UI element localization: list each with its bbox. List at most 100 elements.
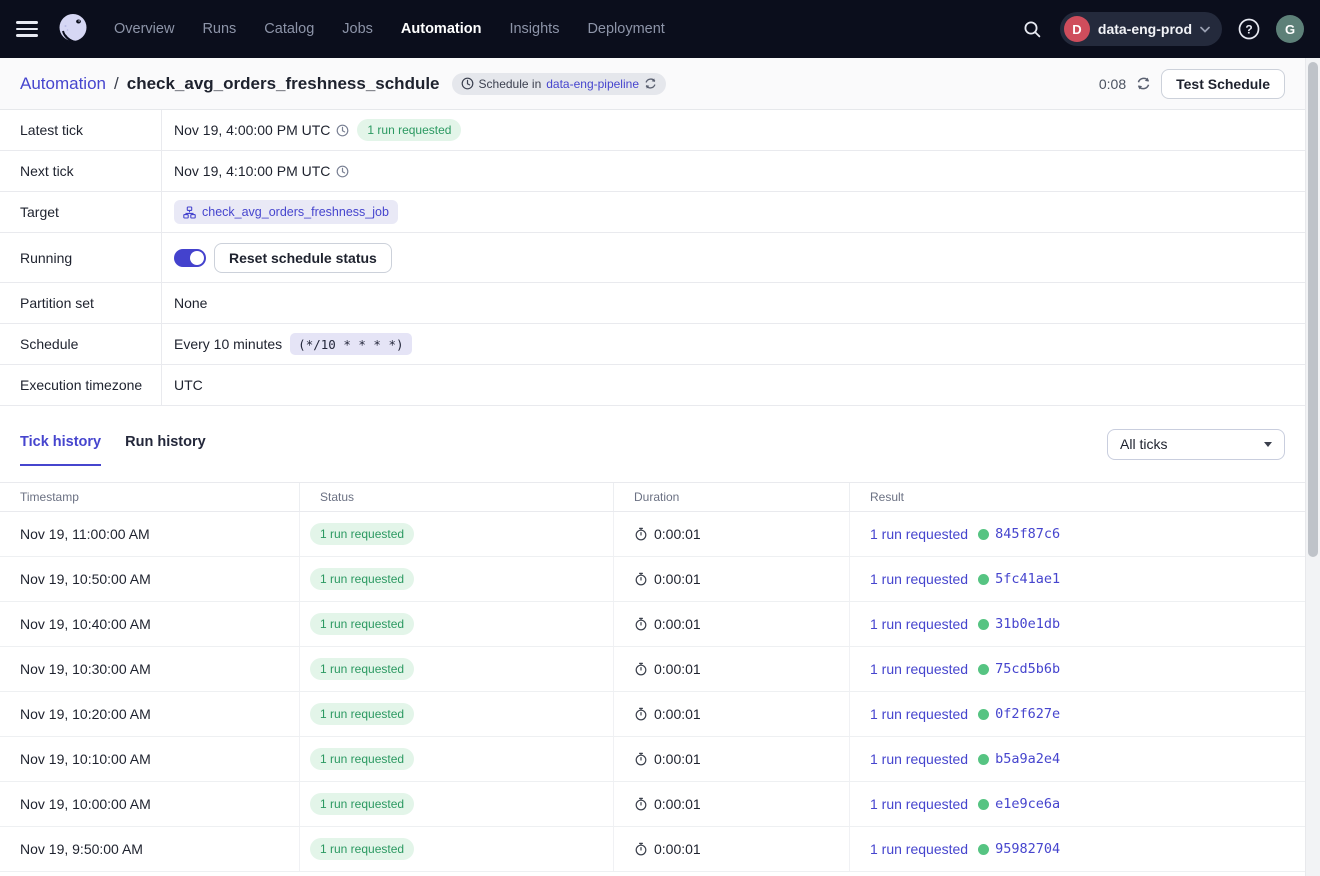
search-icon: [1023, 20, 1042, 39]
tab-run-history[interactable]: Run history: [125, 434, 206, 466]
nav-item-automation[interactable]: Automation: [401, 21, 482, 37]
vertical-scrollbar-track[interactable]: [1305, 58, 1320, 876]
tick-timestamp: Nov 19, 10:50:00 AM: [20, 571, 151, 587]
tick-history-row: Nov 19, 10:10:00 AM 1 run requested 0:00…: [0, 737, 1305, 782]
dagster-logo[interactable]: [54, 10, 92, 48]
tick-status-badge: 1 run requested: [310, 703, 414, 725]
tick-status-badge: 1 run requested: [310, 568, 414, 590]
stopwatch-icon: [634, 752, 648, 766]
tick-timestamp: Nov 19, 10:00:00 AM: [20, 796, 151, 812]
partition-set-value: None: [174, 295, 207, 311]
run-status-dot: [978, 619, 989, 630]
run-id-link[interactable]: 75cd5b6b: [995, 661, 1060, 677]
run-status-dot: [978, 799, 989, 810]
stopwatch-icon: [634, 707, 648, 721]
chevron-down-icon: [1200, 26, 1210, 33]
help-button[interactable]: ?: [1234, 14, 1264, 44]
run-id-link[interactable]: 845f87c6: [995, 526, 1060, 542]
tick-result-link[interactable]: 1 run requested: [870, 841, 968, 857]
tick-history-table: Timestamp Status Duration Result Nov 19,…: [0, 482, 1305, 872]
tick-duration: 0:00:01: [654, 571, 701, 587]
latest-tick-value: Nov 19, 4:00:00 PM UTC: [174, 122, 330, 138]
tab-tick-history[interactable]: Tick history: [20, 434, 101, 466]
run-id-link[interactable]: 0f2f627e: [995, 706, 1060, 722]
detail-label: Next tick: [0, 151, 162, 191]
detail-row-partition-set: Partition set None: [0, 283, 1305, 324]
page-title: check_avg_orders_freshness_schdule: [127, 74, 440, 94]
tick-status-badge: 1 run requested: [310, 613, 414, 635]
sync-icon[interactable]: [644, 77, 657, 90]
nav-item-catalog[interactable]: Catalog: [264, 21, 314, 37]
clock-icon: [336, 165, 349, 178]
target-job-link[interactable]: check_avg_orders_freshness_job: [202, 205, 389, 219]
tick-status-badge: 1 run requested: [310, 748, 414, 770]
detail-label: Partition set: [0, 283, 162, 323]
tick-history-row: Nov 19, 9:50:00 AM 1 run requested 0:00:…: [0, 827, 1305, 872]
tick-duration: 0:00:01: [654, 526, 701, 542]
column-header-status: Status: [300, 483, 614, 511]
tick-timestamp: Nov 19, 10:20:00 AM: [20, 706, 151, 722]
nav-item-runs[interactable]: Runs: [202, 21, 236, 37]
user-avatar[interactable]: G: [1276, 15, 1304, 43]
run-id-link[interactable]: b5a9a2e4: [995, 751, 1060, 767]
target-job-chip[interactable]: check_avg_orders_freshness_job: [174, 200, 398, 224]
svg-text:?: ?: [1245, 22, 1252, 36]
detail-row-latest-tick: Latest tick Nov 19, 4:00:00 PM UTC 1 run…: [0, 110, 1305, 151]
search-button[interactable]: [1018, 14, 1048, 44]
top-navigation: Overview Runs Catalog Jobs Automation Insight…: [0, 0, 1320, 58]
tick-status-badge: 1 run requested: [310, 523, 414, 545]
tick-history-row: Nov 19, 10:40:00 AM 1 run requested 0:00…: [0, 602, 1305, 647]
menu-icon[interactable]: [16, 19, 42, 39]
detail-label: Schedule: [0, 324, 162, 364]
run-id-link[interactable]: 5fc41ae1: [995, 571, 1060, 587]
tick-result-link[interactable]: 1 run requested: [870, 796, 968, 812]
tick-timestamp: Nov 19, 10:30:00 AM: [20, 661, 151, 677]
vertical-scrollbar-thumb[interactable]: [1308, 62, 1318, 557]
run-id-link[interactable]: e1e9ce6a: [995, 796, 1060, 812]
tick-result-link[interactable]: 1 run requested: [870, 706, 968, 722]
running-toggle[interactable]: [174, 249, 206, 267]
detail-row-schedule: Schedule Every 10 minutes (*/10 * * * *): [0, 324, 1305, 365]
nav-item-deployment[interactable]: Deployment: [587, 21, 664, 37]
history-tabs-bar: Tick history Run history All ticks: [0, 406, 1305, 468]
clock-icon: [336, 124, 349, 137]
tick-timestamp: Nov 19, 11:00:00 AM: [20, 526, 150, 542]
tick-filter-select[interactable]: All ticks: [1107, 429, 1285, 460]
pipeline-link[interactable]: data-eng-pipeline: [546, 77, 639, 91]
schedule-interval-value: Every 10 minutes: [174, 336, 282, 352]
tick-filter-value: All ticks: [1120, 436, 1167, 452]
tick-timestamp: Nov 19, 9:50:00 AM: [20, 841, 143, 857]
detail-row-target: Target check_avg_orders_freshness_job: [0, 192, 1305, 233]
tick-duration: 0:00:01: [654, 706, 701, 722]
stopwatch-icon: [634, 797, 648, 811]
run-id-link[interactable]: 95982704: [995, 841, 1060, 857]
run-id-link[interactable]: 31b0e1db: [995, 616, 1060, 632]
breadcrumb-automation-link[interactable]: Automation: [20, 74, 106, 94]
tick-result-link[interactable]: 1 run requested: [870, 751, 968, 767]
table-header-row: Timestamp Status Duration Result: [0, 482, 1305, 512]
tick-status-badge: 1 run requested: [310, 793, 414, 815]
deployment-switcher[interactable]: D data-eng-prod: [1060, 12, 1222, 46]
clock-icon: [461, 77, 474, 90]
nav-item-jobs[interactable]: Jobs: [342, 21, 373, 37]
run-status-dot: [978, 664, 989, 675]
test-schedule-button[interactable]: Test Schedule: [1161, 69, 1285, 99]
main-nav: Overview Runs Catalog Jobs Automation Insight…: [114, 21, 665, 37]
nav-item-overview[interactable]: Overview: [114, 21, 174, 37]
schedule-location-badge: Schedule in data-eng-pipeline: [452, 73, 666, 95]
stopwatch-icon: [634, 842, 648, 856]
tick-timestamp: Nov 19, 10:10:00 AM: [20, 751, 151, 767]
tick-result-link[interactable]: 1 run requested: [870, 571, 968, 587]
next-tick-value: Nov 19, 4:10:00 PM UTC: [174, 163, 330, 179]
refresh-icon[interactable]: [1136, 76, 1151, 91]
tick-result-link[interactable]: 1 run requested: [870, 616, 968, 632]
tick-duration: 0:00:01: [654, 796, 701, 812]
nav-item-insights[interactable]: Insights: [509, 21, 559, 37]
tick-duration: 0:00:01: [654, 841, 701, 857]
detail-row-running: Running Reset schedule status: [0, 233, 1305, 283]
tick-result-link[interactable]: 1 run requested: [870, 526, 968, 542]
reset-schedule-status-button[interactable]: Reset schedule status: [214, 243, 392, 273]
tick-result-link[interactable]: 1 run requested: [870, 661, 968, 677]
job-graph-icon: [183, 206, 196, 219]
detail-row-next-tick: Next tick Nov 19, 4:10:00 PM UTC: [0, 151, 1305, 192]
